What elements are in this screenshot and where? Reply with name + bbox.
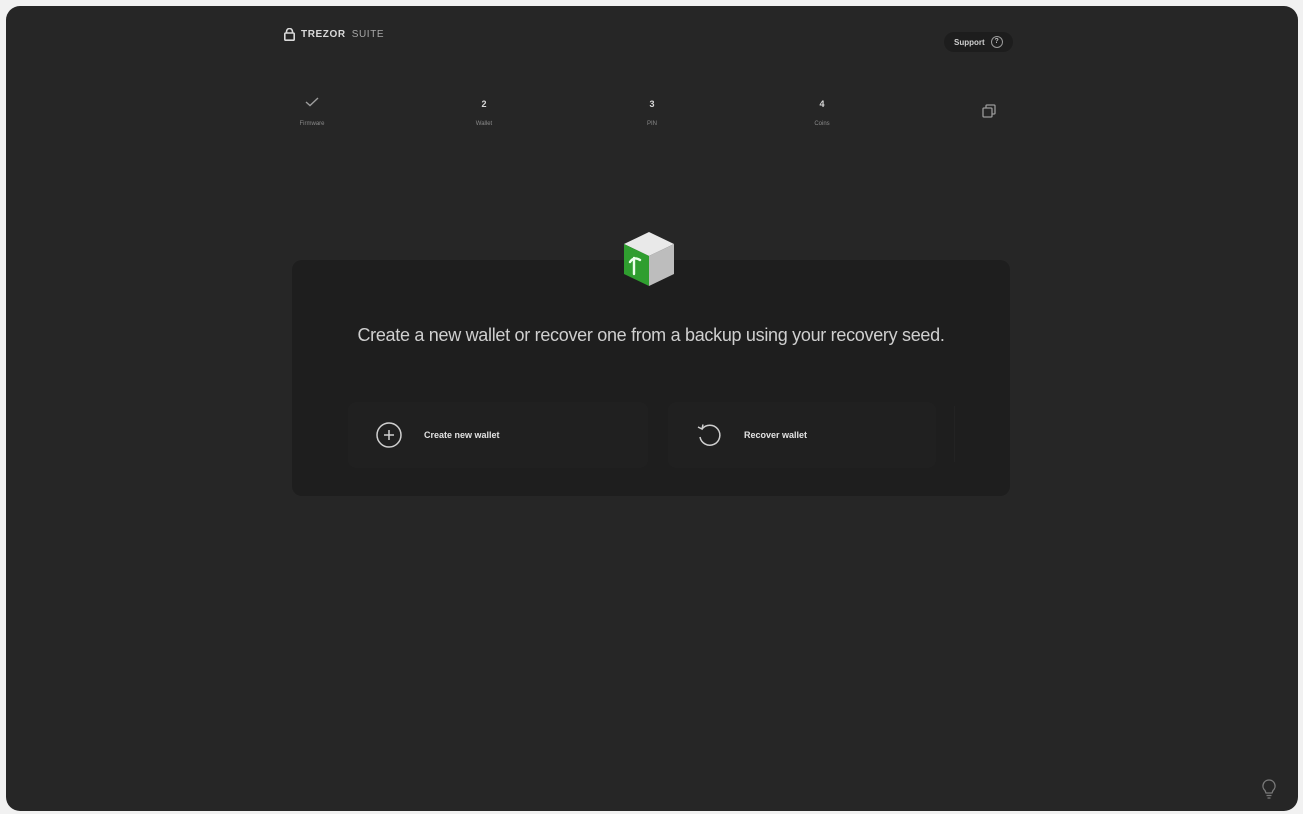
card-description: Create a new wallet or recover one from … (357, 325, 945, 345)
step-label: Coins (814, 121, 830, 127)
divider (954, 406, 955, 462)
app-window: TREZOR SUITE Support ? Firmware 2 Wallet … (6, 6, 1298, 811)
cards-icon (982, 104, 996, 123)
recover-wallet-label: Recover wallet (744, 430, 808, 440)
step-label: Wallet (475, 121, 493, 127)
product-name: SUITE (351, 29, 385, 40)
support-label: Support (954, 37, 985, 47)
top-bar: TREZOR SUITE Support ? (6, 6, 1298, 76)
step-number: 3 (649, 99, 655, 109)
step-label: Firmware (299, 121, 325, 127)
step-label: PIN (646, 121, 657, 127)
wallet-cube-icon (618, 228, 680, 290)
recover-wallet-button[interactable]: Recover wallet (668, 402, 936, 468)
onboarding-steps: Firmware 2 Wallet 3 PIN 4 Coins (6, 96, 1298, 146)
question-icon: ? (990, 36, 1003, 48)
step-number: 2 (481, 99, 487, 109)
wallet-choice-card: Create a new wallet or recover one from … (292, 260, 1010, 496)
lightbulb-icon[interactable] (1260, 778, 1278, 800)
step-wallet: 2 Wallet (454, 96, 514, 127)
step-coins: 4 Coins (792, 96, 852, 127)
create-wallet-label: Create new wallet (424, 430, 500, 440)
trezor-logo: TREZOR SUITE (284, 28, 384, 41)
step-firmware: Firmware (282, 96, 342, 127)
check-icon (282, 96, 342, 112)
step-pin: 3 PIN (622, 96, 682, 127)
padlock-icon (284, 28, 295, 41)
support-button[interactable]: Support ? (944, 32, 1013, 52)
brand-name: TREZOR (301, 29, 346, 40)
create-wallet-button[interactable]: Create new wallet (348, 402, 648, 468)
recover-arrow-icon (694, 420, 724, 450)
plus-circle-icon (374, 420, 404, 450)
step-number: 4 (819, 99, 825, 109)
